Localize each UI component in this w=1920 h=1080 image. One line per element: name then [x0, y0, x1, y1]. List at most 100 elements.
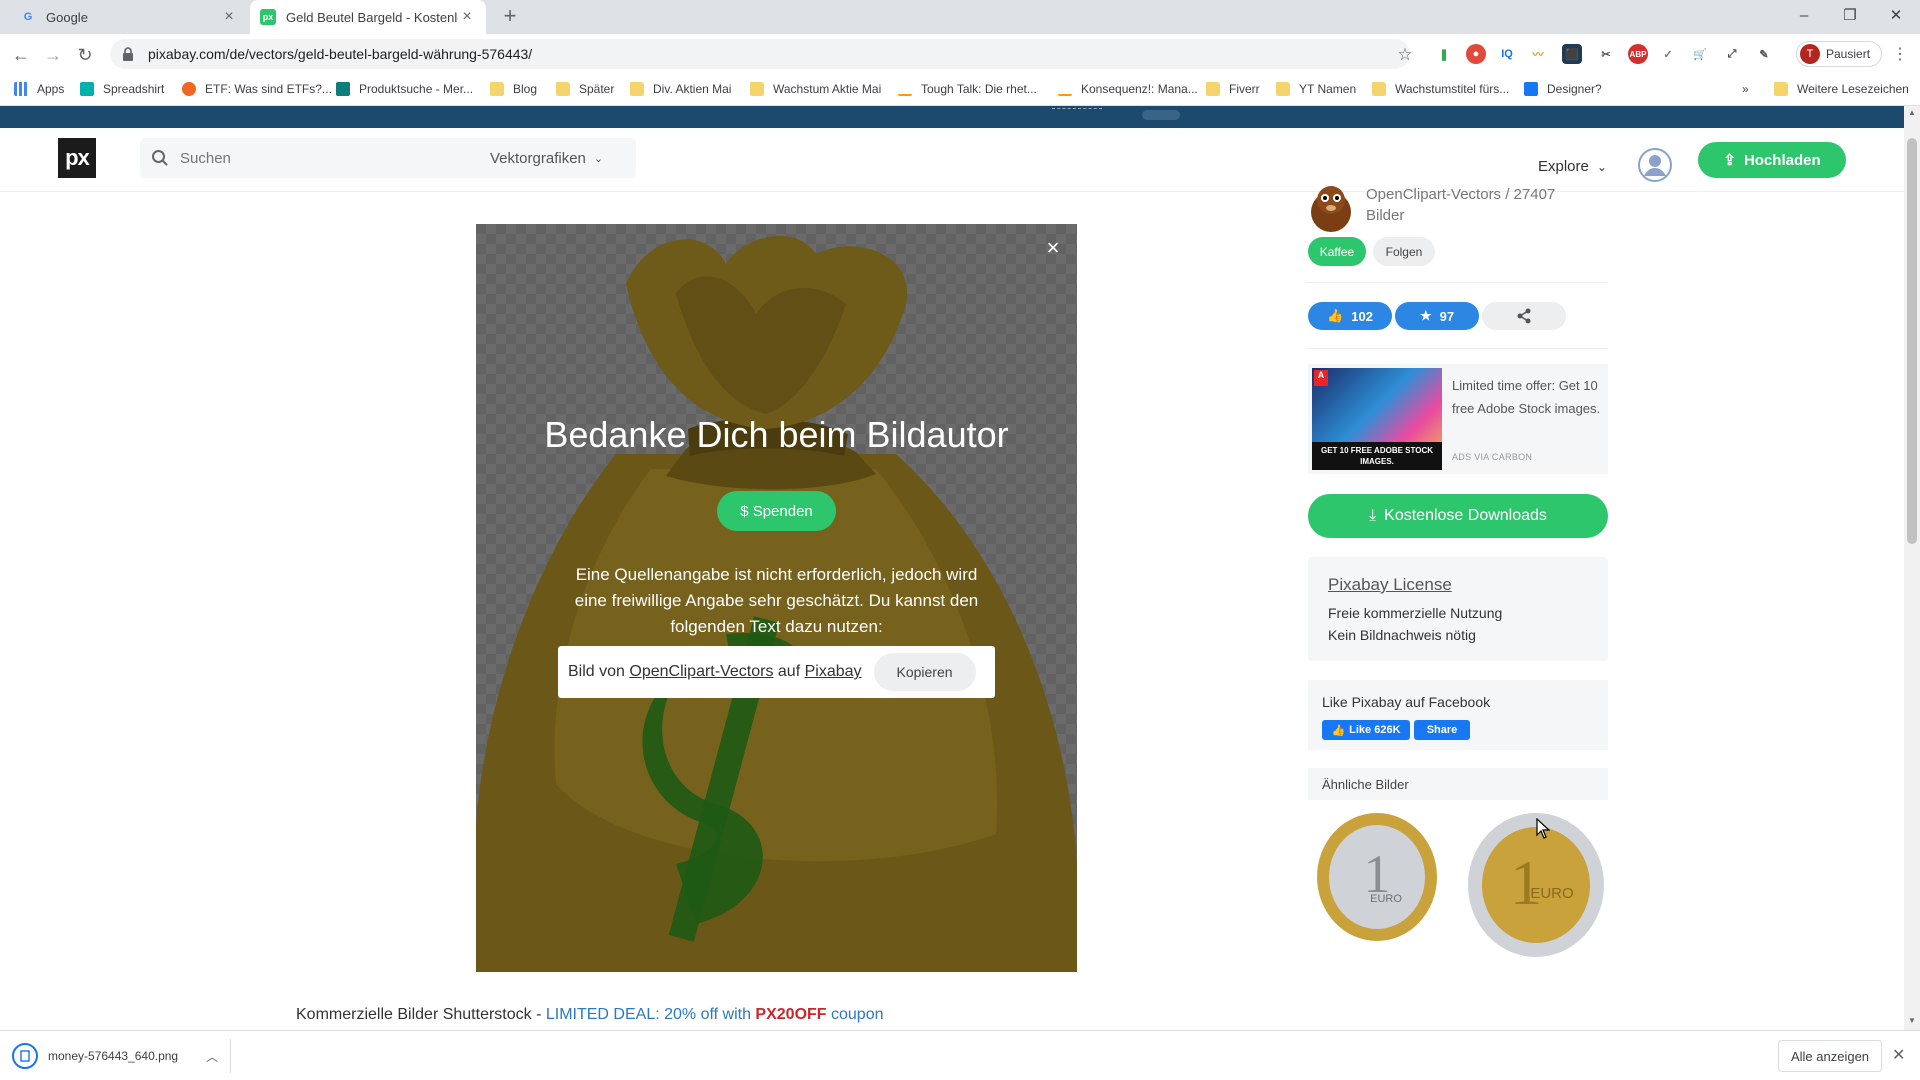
bookmark-star-icon[interactable]: ☆: [1392, 42, 1418, 68]
banner-pill: [1142, 110, 1180, 120]
facebook-title: Like Pixabay auf Facebook: [1322, 694, 1491, 710]
site-favicon-icon: [182, 82, 196, 96]
download-item[interactable]: money-576443_640.png ︿: [12, 1041, 218, 1071]
bookmark-item[interactable]: ETF: Was sind ETFs?...: [182, 82, 332, 96]
reload-icon[interactable]: ↻: [72, 42, 98, 68]
minimize-icon[interactable]: –: [1782, 0, 1826, 30]
pixabay-page: px Vektorgrafiken ⌄ Explore ⌄ ⇪ Hochlade…: [0, 106, 1904, 1030]
donate-button[interactable]: $ Spenden: [717, 491, 836, 531]
user-icon[interactable]: [1638, 148, 1672, 182]
close-shelf-icon[interactable]: ✕: [1892, 1045, 1905, 1065]
extension-icon[interactable]: ●: [1466, 44, 1486, 64]
forward-icon[interactable]: →: [40, 42, 66, 68]
address-bar[interactable]: pixabay.com/de/vectors/geld-beutel-barge…: [110, 39, 1410, 69]
scrollbar-thumb[interactable]: [1907, 138, 1917, 544]
explore-menu[interactable]: Explore ⌄: [1538, 158, 1607, 175]
other-bookmarks[interactable]: Weitere Lesezeichen: [1774, 82, 1909, 96]
author-avatar[interactable]: [1308, 182, 1354, 234]
bookmark-item[interactable]: Designer?: [1524, 82, 1602, 96]
tab-strip: G Google × px Geld Beutel Bargeld - Kost…: [0, 0, 1920, 34]
close-tab-icon[interactable]: ×: [458, 8, 476, 26]
new-tab-button[interactable]: +: [498, 5, 522, 29]
author-link[interactable]: OpenClipart-Vectors: [629, 663, 773, 681]
extension-icon[interactable]: ✎: [1754, 44, 1774, 64]
bookmark-folder[interactable]: Wachstum Aktie Mai: [750, 82, 881, 96]
upload-button[interactable]: ⇪ Hochladen: [1698, 142, 1846, 178]
extension-icon[interactable]: 〰: [1528, 44, 1548, 64]
extension-icon[interactable]: ✓: [1658, 44, 1678, 64]
facebook-box: Like Pixabay auf Facebook 👍 Like 626K Sh…: [1308, 680, 1608, 750]
copy-button[interactable]: Kopieren: [873, 653, 976, 691]
search-input[interactable]: [180, 149, 490, 167]
search-category-select[interactable]: Vektorgrafiken ⌄: [490, 150, 603, 167]
carbon-ad[interactable]: A GET 10 FREE ADOBE STOCK IMAGES. Limite…: [1308, 364, 1608, 474]
restore-icon[interactable]: ❐: [1828, 0, 1872, 30]
license-link[interactable]: Pixabay License: [1328, 575, 1452, 595]
extension-icon[interactable]: IQ: [1497, 44, 1517, 64]
folder-icon: [490, 82, 504, 96]
bookmark-folder[interactable]: YT Namen: [1276, 82, 1356, 96]
chevron-up-icon[interactable]: ︿: [206, 1048, 218, 1065]
deal-text: LIMITED DEAL: 20% off with: [545, 1006, 756, 1023]
pixabay-link[interactable]: Pixabay: [805, 663, 862, 681]
shutterstock-promo[interactable]: Kommerzielle Bilder Shutterstock - LIMIT…: [296, 1006, 884, 1024]
bookmark-item[interactable]: Konsequenz!: Mana...: [1058, 82, 1198, 96]
more-bookmarks-icon[interactable]: »: [1742, 82, 1749, 96]
thumbs-up-icon: 👍: [1327, 308, 1344, 323]
favorite-button[interactable]: ★ 97: [1395, 302, 1479, 330]
pixabay-logo[interactable]: px: [58, 138, 96, 178]
page-scrollbar[interactable]: ▲ ▼: [1904, 106, 1920, 1030]
extension-icon[interactable]: ✂: [1596, 44, 1616, 64]
author-name[interactable]: OpenClipart-Vectors / 27407 Bilder: [1366, 184, 1596, 226]
free-download-button[interactable]: ⤓ Kostenlose Downloads: [1308, 494, 1608, 538]
adblock-icon[interactable]: ABP: [1628, 44, 1648, 64]
facebook-like-button[interactable]: 👍 Like 626K: [1322, 720, 1410, 740]
ad-via[interactable]: ADS VIA CARBON: [1452, 452, 1532, 462]
bookmark-item[interactable]: Produktsuche - Mer...: [336, 82, 473, 96]
folder-icon: [750, 82, 764, 96]
facebook-share-button[interactable]: Share: [1414, 720, 1470, 740]
bookmark-apps[interactable]: Apps: [14, 82, 64, 96]
menu-icon[interactable]: ⋮: [1892, 44, 1908, 64]
bookmark-folder[interactable]: Blog: [490, 82, 537, 96]
share-button[interactable]: [1482, 302, 1566, 330]
apps-grid-icon: [14, 82, 28, 96]
bookmark-item[interactable]: Tough Talk: Die rhet...: [898, 82, 1037, 96]
scroll-down-icon[interactable]: ▼: [1908, 1016, 1916, 1025]
window-close-icon[interactable]: ✕: [1874, 0, 1918, 30]
bookmark-folder[interactable]: Div. Aktien Mai: [630, 82, 731, 96]
cart-icon[interactable]: 🛒: [1690, 44, 1710, 64]
coin-euro-text: EURO: [1530, 885, 1573, 902]
close-tab-icon[interactable]: ×: [220, 8, 238, 26]
profile-button[interactable]: T Pausiert: [1796, 41, 1882, 67]
top-banner: [0, 106, 1904, 128]
lock-icon: [123, 47, 133, 61]
extension-icon[interactable]: ❚: [1434, 44, 1454, 64]
bookmark-folder[interactable]: Später: [556, 82, 614, 96]
extension-icon[interactable]: ⬛: [1562, 44, 1582, 64]
tab-pixabay[interactable]: px Geld Beutel Bargeld - Kostenlose ×: [250, 0, 486, 34]
show-all-downloads-button[interactable]: Alle anzeigen: [1778, 1040, 1882, 1072]
scroll-up-icon[interactable]: ▲: [1908, 108, 1916, 117]
folder-icon: [1372, 82, 1386, 96]
adobe-logo-icon: A: [1314, 370, 1328, 386]
close-icon[interactable]: ×: [1041, 236, 1065, 260]
extension-icon[interactable]: ⤢: [1722, 44, 1742, 64]
folder-icon: [1206, 82, 1220, 96]
bookmark-folder[interactable]: Wachstumstitel fürs...: [1372, 82, 1509, 96]
folder-icon: [1774, 82, 1788, 96]
folder-icon: [556, 82, 570, 96]
coffee-button[interactable]: Kaffee: [1308, 237, 1366, 266]
bookmark-item[interactable]: Spreadshirt: [80, 82, 164, 96]
folder-icon: [1276, 82, 1290, 96]
bookmark-folder[interactable]: Fiverr: [1206, 82, 1260, 96]
similar-image-coin[interactable]: 1 EURO: [1314, 812, 1440, 942]
like-button[interactable]: 👍 102: [1308, 302, 1392, 330]
back-icon[interactable]: ←: [8, 42, 34, 68]
tab-google[interactable]: G Google ×: [10, 0, 248, 34]
ad-text: Limited time offer: Get 10 free Adobe St…: [1452, 378, 1601, 416]
download-filename: money-576443_640.png: [48, 1049, 179, 1063]
chevron-down-icon: ⌄: [1596, 159, 1607, 174]
search-icon: [140, 149, 180, 167]
follow-button[interactable]: Folgen: [1373, 237, 1435, 266]
